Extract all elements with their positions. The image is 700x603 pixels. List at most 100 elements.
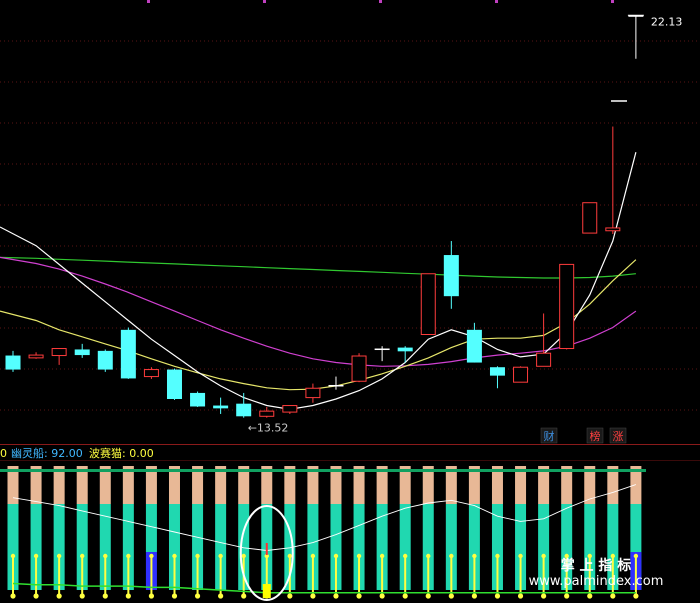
ind-top-dot-17	[402, 553, 408, 559]
ind-bottom-dot-6	[148, 593, 155, 599]
top-marker-0	[147, 0, 150, 3]
candle-body-11	[259, 410, 275, 417]
ind-top-dot-21	[495, 553, 500, 559]
ma-yellow-line	[0, 259, 637, 391]
ind-bottom-dot-7	[171, 593, 178, 599]
candle-body-2	[51, 348, 67, 357]
ind-bottom-dot-13	[310, 593, 316, 599]
ind-bar-mid-17	[399, 504, 411, 552]
ind-top-dot-8	[195, 553, 200, 559]
top-marker-1	[263, 0, 266, 3]
candle-body-21	[489, 367, 505, 376]
ind-bottom-dot-25	[587, 593, 593, 599]
indicator-prefix: 0	[0, 447, 7, 460]
candle-body-9	[213, 405, 229, 409]
ind-bottom-dot-15	[356, 593, 362, 599]
ind-top-dot-20	[472, 553, 477, 559]
ind-bottom-dot-2	[56, 593, 62, 599]
ind-bar-mid-0	[7, 504, 19, 552]
candle-body-19	[443, 255, 459, 297]
high-price-label: 22.13	[651, 15, 683, 28]
watermark-cn: 掌 上 指 标	[561, 557, 632, 574]
ind-bar-mid-26	[607, 504, 619, 552]
candle-body-22	[513, 366, 529, 383]
ind-bottom-dot-21	[494, 593, 501, 599]
ind-top-dot-27	[633, 553, 639, 559]
top-marker-2	[379, 0, 382, 3]
ind-red-signal	[265, 543, 268, 555]
candle-body-0	[5, 355, 21, 370]
ind-bar-mid-5	[122, 504, 134, 552]
ind-bar-mid-14	[330, 504, 342, 552]
ind-bar-mid-21	[491, 504, 503, 552]
legend-series-0: 幽灵船: 92.00	[11, 446, 83, 460]
ind-top-dot-18	[426, 553, 431, 559]
ind-bar-mid-27	[630, 504, 642, 552]
ind-bottom-dot-23	[541, 593, 547, 599]
candle-body-23	[536, 352, 552, 367]
ind-bar-mid-25	[584, 504, 596, 552]
ind-top-dot-9	[218, 553, 223, 559]
ind-bar-mid-24	[561, 504, 573, 552]
ind-top-dot-4	[103, 553, 108, 559]
ind-bottom-dot-8	[194, 593, 201, 599]
ind-bottom-dot-9	[218, 593, 224, 599]
candle-body-5	[120, 329, 136, 379]
ind-top-dot-6	[149, 553, 154, 559]
candle-body-6	[143, 369, 159, 378]
candle-body-12	[282, 405, 298, 413]
ind-bar-mid-13	[307, 504, 319, 552]
ind-top-dot-12	[287, 553, 293, 559]
candle-body-26	[605, 227, 621, 232]
ind-top-dot-1	[33, 553, 39, 559]
badge-0: 财	[544, 429, 555, 443]
ind-bar-mid-8	[192, 504, 204, 552]
ind-bar-mid-9	[215, 504, 227, 552]
candle-body-8	[190, 392, 206, 407]
ind-top-dot-0	[10, 553, 16, 559]
ind-top-dot-19	[449, 553, 454, 559]
candle-body-7	[166, 369, 182, 400]
ind-top-dot-5	[126, 553, 131, 559]
candle-body-1	[28, 354, 44, 359]
ind-bar-mid-18	[422, 504, 434, 552]
ind-bottom-dot-10	[241, 593, 247, 599]
ind-bar-mid-4	[99, 504, 111, 552]
top-marker-4	[611, 0, 614, 3]
ind-top-dot-14	[333, 553, 339, 559]
watermark-url: www.palmindex.com	[529, 574, 664, 589]
ind-bottom-dot-5	[125, 593, 131, 599]
candle-body-16	[374, 348, 390, 351]
candle-body-4	[97, 350, 113, 370]
ind-top-dot-16	[379, 553, 385, 559]
candle-body-20	[466, 329, 482, 363]
ind-bottom-dot-20	[471, 593, 477, 599]
candle-body-25	[582, 202, 598, 234]
ind-top-dot-10	[241, 553, 246, 559]
ind-top-dot-13	[310, 553, 316, 559]
ind-bottom-dot-24	[564, 593, 570, 599]
ind-bar-mid-7	[168, 504, 180, 552]
candle-body-13	[305, 387, 321, 399]
ind-top-dot-7	[172, 553, 177, 559]
ind-bottom-dot-22	[517, 593, 524, 599]
ind-bottom-dot-14	[333, 593, 339, 599]
ind-bottom-dot-1	[33, 593, 39, 599]
ind-bar-mid-22	[515, 504, 527, 552]
ind-top-dot-3	[80, 553, 85, 559]
ind-top-dot-15	[356, 553, 362, 559]
candle-body-17	[397, 347, 413, 352]
ind-bar-mid-19	[445, 504, 457, 552]
ind-bottom-dot-12	[287, 593, 293, 599]
legend-series-1: 波赛猫: 0.00	[89, 446, 154, 460]
ind-bar-mid-20	[468, 504, 480, 552]
ind-bottom-dot-0	[10, 593, 16, 599]
ind-bottom-dot-27	[633, 593, 639, 599]
ind-top-dot-2	[56, 553, 62, 559]
ind-bottom-dot-17	[402, 593, 408, 599]
ind-bar-mid-2	[53, 504, 65, 552]
candle-body-3	[74, 349, 90, 356]
ind-yellow-signal	[262, 584, 271, 598]
ma-green-line	[0, 256, 636, 279]
candle-body-24	[559, 263, 575, 350]
